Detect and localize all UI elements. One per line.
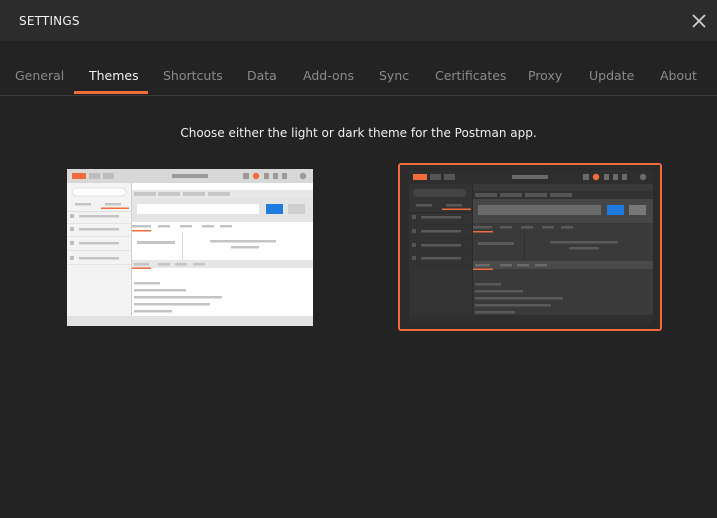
tab-add-ons[interactable]: Add-ons: [303, 68, 354, 83]
close-button[interactable]: [690, 12, 708, 30]
tab-about[interactable]: About: [660, 68, 697, 83]
close-icon: [692, 14, 706, 28]
dark-theme-option[interactable]: [398, 163, 662, 331]
settings-title: SETTINGS: [19, 14, 80, 28]
tab-update[interactable]: Update: [589, 68, 634, 83]
tab-themes[interactable]: Themes: [89, 68, 139, 83]
light-theme-preview: [67, 169, 313, 326]
settings-tabs: General Themes Shortcuts Data Add-ons Sy…: [0, 41, 717, 96]
tab-general[interactable]: General: [15, 68, 64, 83]
tab-proxy[interactable]: Proxy: [528, 68, 562, 83]
active-tab-indicator: [74, 91, 148, 94]
tab-sync[interactable]: Sync: [379, 68, 409, 83]
dark-theme-preview: [400, 165, 660, 329]
tab-certificates[interactable]: Certificates: [435, 68, 506, 83]
themes-description: Choose either the light or dark theme fo…: [180, 126, 537, 140]
tab-shortcuts[interactable]: Shortcuts: [163, 68, 223, 83]
light-theme-option[interactable]: [67, 169, 313, 326]
tab-data[interactable]: Data: [247, 68, 277, 83]
settings-header: SETTINGS: [0, 0, 717, 41]
